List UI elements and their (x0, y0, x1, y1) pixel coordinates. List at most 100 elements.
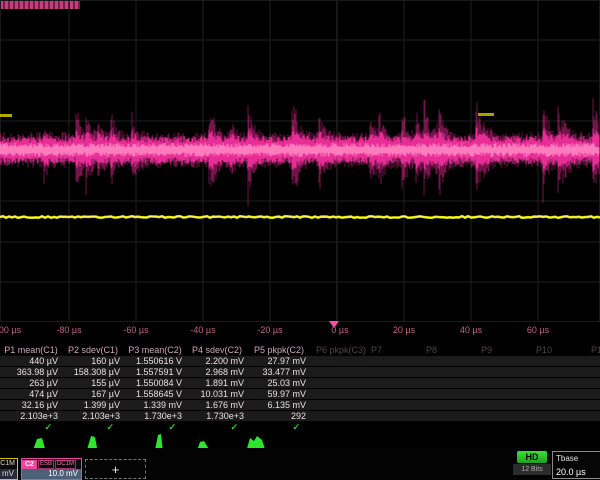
c1-scale-value: 0 mV (0, 469, 17, 479)
measure-value-cell (530, 411, 585, 421)
measure-value-cell (530, 389, 585, 399)
measure-value-cell: 27.97 mV (248, 356, 310, 366)
measure-value-cell: 1.891 mV (186, 378, 248, 388)
measure-value-cell (310, 367, 365, 377)
measure-value-cell (310, 411, 365, 421)
c2-scale-value: 10.0 mV (22, 469, 81, 479)
measure-value-cell: 6.135 mV (248, 400, 310, 410)
param-header-cell[interactable]: P6 pkpk(C3) (310, 345, 365, 356)
param-header-cell[interactable]: P7 (365, 345, 420, 356)
measure-value-cell (585, 411, 600, 421)
measure-value-cell (310, 389, 365, 399)
measure-value-cell (365, 389, 420, 399)
c2-coupling-badge: DC1M (55, 460, 76, 469)
c1-descriptor-box[interactable]: DC1M 0 mV (0, 458, 18, 480)
measure-value-cell: 1.339 mV (124, 400, 186, 410)
measure-value-cell: 2.103e+3 (0, 411, 62, 421)
param-header-cell[interactable]: P2 sdev(C1) (62, 345, 124, 356)
measure-value-cell: 33.477 mV (248, 367, 310, 377)
measure-value-cell (420, 367, 475, 377)
measure-value-cell (310, 378, 365, 388)
measure-value-cell: 440 µV (0, 356, 62, 366)
measure-value-cell: 10.031 mV (186, 389, 248, 399)
timebase-value: 20.0 µs (553, 466, 600, 478)
measure-value-cell (365, 356, 420, 366)
measure-value-cell: 1.676 mV (186, 400, 248, 410)
param-header-cell[interactable]: P11 (585, 345, 600, 356)
axis-tick-label: 40 µs (460, 325, 482, 335)
measure-value-cell: 25.03 mV (248, 378, 310, 388)
measure-value-cell: 292 (248, 411, 310, 421)
measure-value-cell (420, 389, 475, 399)
c1-level-marker-left[interactable] (0, 114, 12, 117)
measure-value-cell: 160 µV (62, 356, 124, 366)
param-header-cell[interactable]: P5 pkpk(C2) (248, 345, 310, 356)
measure-value-cell (310, 356, 365, 366)
param-header-cell[interactable]: P10 (530, 345, 585, 356)
measure-value-cell: 32.16 µV (0, 400, 62, 410)
param-header-cell[interactable]: P9 (475, 345, 530, 356)
axis-tick-label: 20 µs (393, 325, 415, 335)
measure-value-cell: 1.399 µV (62, 400, 124, 410)
c1-level-marker (478, 113, 494, 116)
add-trace-button[interactable]: + (85, 459, 146, 479)
measure-value-cell: 1.730e+3 (186, 411, 248, 421)
trigger-position-marker[interactable] (329, 321, 339, 328)
measure-value-cell: 2.103e+3 (62, 411, 124, 421)
measurement-table: P1 mean(C1)P2 sdev(C1)P3 mean(C2)P4 sdev… (0, 345, 600, 433)
oscilloscope-screen: -100 µs-80 µs-60 µs-40 µs-20 µs0 µs20 µs… (0, 0, 600, 480)
measure-value-cell: 474 µV (0, 389, 62, 399)
measure-value-cell (365, 378, 420, 388)
axis-tick-label: -100 µs (0, 325, 21, 335)
measure-value-cell: 2.200 mV (186, 356, 248, 366)
axis-tick-label: -80 µs (56, 325, 81, 335)
axis-tick-label: -20 µs (257, 325, 282, 335)
graticule-and-traces (0, 0, 600, 322)
measure-value-cell (475, 411, 530, 421)
timebase-descriptor-box[interactable]: Tbase 20.0 µs (552, 451, 600, 479)
measure-value-cell (365, 367, 420, 377)
hd-mode-badge[interactable]: HD (517, 451, 547, 463)
measure-value-cell: 1.550084 V (124, 378, 186, 388)
measure-value-cell (475, 400, 530, 410)
measure-value-cell (365, 411, 420, 421)
c2-esb-badge: ESB (38, 460, 54, 469)
timebase-axis: -100 µs-80 µs-60 µs-40 µs-20 µs0 µs20 µs… (0, 321, 600, 338)
c2-noise-trace (0, 98, 599, 206)
measure-value-cell (420, 400, 475, 410)
param-header-cell[interactable]: P1 mean(C1) (0, 345, 62, 356)
measure-value-cell (585, 367, 600, 377)
axis-tick-label: -40 µs (190, 325, 215, 335)
measure-value-cell: 363.98 µV (0, 367, 62, 377)
measure-value-cell (530, 356, 585, 366)
measure-value-cell (530, 400, 585, 410)
measure-value-cell (475, 378, 530, 388)
measure-value-cell: 1.730e+3 (124, 411, 186, 421)
axis-tick-label: 60 µs (527, 325, 549, 335)
measure-value-cell: 158.308 µV (62, 367, 124, 377)
measure-value-cell (585, 356, 600, 366)
measure-value-cell (585, 378, 600, 388)
measure-value-cell (310, 400, 365, 410)
axis-tick-label: -60 µs (123, 325, 148, 335)
measure-value-cell (475, 356, 530, 366)
measure-value-cell: 1.550616 V (124, 356, 186, 366)
measure-value-cell: 155 µV (62, 378, 124, 388)
param-header-cell[interactable]: P8 (420, 345, 475, 356)
measure-value-cell: 263 µV (0, 378, 62, 388)
measure-value-cell (585, 400, 600, 410)
measure-value-cell: 1.557591 V (124, 367, 186, 377)
timebase-label: Tbase (553, 452, 600, 466)
measure-value-cell (530, 367, 585, 377)
descriptor-bar: DC1M 0 mV C2 ESB DC1M 10.0 mV + HD 12 Bi… (0, 448, 600, 480)
param-header-cell[interactable]: P4 sdev(C2) (186, 345, 248, 356)
hd-bits-label: 12 Bits (513, 464, 551, 475)
c1-coupling-label: DC1M (0, 459, 17, 469)
measure-value-cell (420, 378, 475, 388)
plus-icon: + (112, 462, 120, 477)
measure-value-cell: 167 µV (62, 389, 124, 399)
measure-value-cell (585, 389, 600, 399)
c2-descriptor-box[interactable]: C2 ESB DC1M 10.0 mV (21, 458, 82, 480)
measure-value-cell: 59.97 mV (248, 389, 310, 399)
param-header-cell[interactable]: P3 mean(C2) (124, 345, 186, 356)
